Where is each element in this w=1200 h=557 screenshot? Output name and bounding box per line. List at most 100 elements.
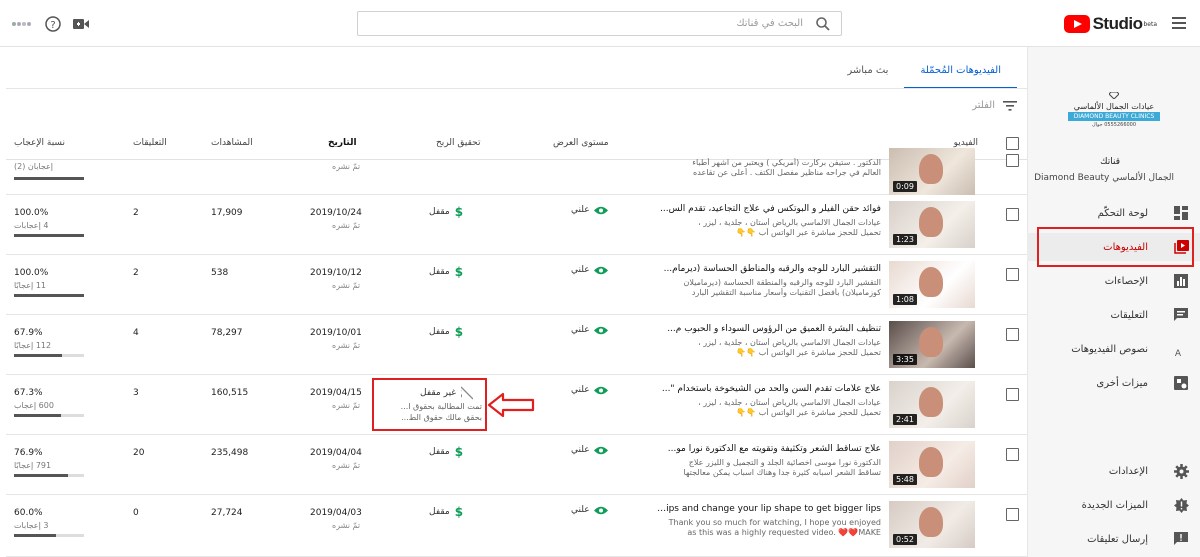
- sidebar-item-other-features[interactable]: ميزات أخرى: [1027, 369, 1200, 397]
- video-thumbnail[interactable]: 2:41: [889, 381, 975, 428]
- video-description: عيادات الجمال الالماسي بالرياض أستان ، ج…: [653, 218, 881, 238]
- desc-line2: كوزماميلان) بأفضل التقنيات وأسعار مناسبة…: [691, 288, 881, 297]
- search-icon[interactable]: [815, 16, 831, 35]
- filter-bar[interactable]: الفلتر: [972, 100, 1017, 111]
- feedback-icon: [1172, 530, 1190, 548]
- like-count: 4 إعجابات: [14, 221, 49, 230]
- visibility-cell[interactable]: علني: [571, 205, 608, 215]
- sidebar-item-comments[interactable]: التعليقات: [1027, 301, 1200, 329]
- video-duration: 1:23: [893, 234, 917, 245]
- comments-icon: [1172, 306, 1190, 324]
- search-placeholder: البحث في قناتك: [736, 18, 803, 29]
- video-duration: 2:41: [893, 414, 917, 425]
- row-checkbox[interactable]: [1006, 448, 1019, 461]
- video-thumbnail[interactable]: 3:35: [889, 321, 975, 368]
- thumbnail-face: [919, 447, 943, 477]
- publish-date: 2019/04/03: [310, 508, 362, 518]
- visibility-cell[interactable]: علني: [571, 265, 608, 275]
- col-monetization[interactable]: تحقيق الربح: [436, 138, 480, 148]
- table-row[interactable]: 3:35 تنظيف البشرة العميق من الرؤوس السودا…: [6, 315, 1027, 375]
- row-checkbox[interactable]: [1006, 154, 1019, 167]
- col-views[interactable]: المشاهدات: [211, 138, 253, 148]
- video-duration: 1:08: [893, 294, 917, 305]
- desc-line1: Thank you so much for watching, I hope y…: [668, 518, 881, 527]
- create-video-icon[interactable]: [72, 16, 90, 32]
- monetization-cell[interactable]: $ مقفل: [429, 505, 463, 519]
- channel-name[interactable]: الجمال الألماسي Diamond Beauty: [1034, 173, 1174, 183]
- help-icon[interactable]: ?: [44, 15, 62, 33]
- table-row[interactable]: 5:48 علاج تساقط الشعر وتكثيفة وتقويته مع …: [6, 435, 1027, 495]
- search-box[interactable]: البحث في قناتك: [357, 11, 842, 36]
- tab-divider: [6, 88, 1027, 89]
- col-likes[interactable]: نسبة الإعجاب: [14, 138, 65, 148]
- table-row[interactable]: 1:08 التقشير البارد للوجه والرقبه والمناط…: [6, 255, 1027, 315]
- col-comments[interactable]: التعليقات: [133, 138, 167, 148]
- monetization-cell[interactable]: $ مقفل: [429, 445, 463, 459]
- row-checkbox[interactable]: [1006, 208, 1019, 221]
- monetization-cell[interactable]: $ مقفل: [429, 205, 463, 219]
- col-visibility[interactable]: مستوى العرض: [553, 138, 609, 148]
- video-title[interactable]: علاج تساقط الشعر وتكثيفة وتقويته مع الدك…: [653, 444, 881, 454]
- sidebar-item-settings[interactable]: الإعدادات: [1027, 457, 1200, 485]
- video-thumbnail[interactable]: 5:48: [889, 441, 975, 488]
- sidebar-item-label: الميزات الجديدة: [1081, 499, 1148, 511]
- like-bar: [14, 354, 84, 357]
- desc-line1: الدكتورة نورا موسى اخصائية الجلد و التجم…: [688, 458, 881, 467]
- video-thumbnail[interactable]: 0:09: [889, 148, 975, 195]
- video-title[interactable]: تنظيف البشرة العميق من الرؤوس السوداء و …: [653, 324, 881, 334]
- logo-line1: عيادات الجمال الألماسي: [1073, 102, 1155, 111]
- publish-status: تمّ نشره: [332, 221, 361, 230]
- view-count: 17,909: [211, 208, 243, 218]
- monetization-cell[interactable]: $ مقفل: [429, 325, 463, 339]
- sidebar-item-dashboard[interactable]: لوحة التحكّم: [1027, 199, 1200, 227]
- col-date[interactable]: التاريخ: [328, 138, 357, 148]
- video-title[interactable]: التقشير البارد للوجه والرقبه والمناطق ال…: [653, 264, 881, 274]
- visibility-cell[interactable]: علني: [571, 445, 608, 455]
- row-checkbox[interactable]: [1006, 508, 1019, 521]
- sidebar-item-send-feedback[interactable]: إرسال تعليقات: [1027, 525, 1200, 553]
- video-thumbnail[interactable]: 0:52: [889, 501, 975, 548]
- table-row[interactable]: 0:09 الدكتور . ستيفن بركارت (أمريكي ) ويع…: [6, 148, 1027, 195]
- monetization-off-label: غير مقفل: [420, 388, 456, 398]
- tab-uploads[interactable]: الفيديوهات المُحمّلة: [904, 55, 1017, 89]
- youtube-studio-logo[interactable]: Studio beta: [1063, 14, 1157, 34]
- row-checkbox[interactable]: [1006, 268, 1019, 281]
- video-title[interactable]: فوائد حقن الفيلر و البوتكس في علاج التجا…: [653, 204, 881, 214]
- visibility-cell[interactable]: علني: [571, 505, 608, 515]
- monetization-cell[interactable]: $ مقفل: [429, 265, 463, 279]
- visibility-label: علني: [571, 265, 590, 275]
- like-bar: [14, 177, 84, 180]
- diamond-icon: [1108, 91, 1120, 100]
- like-count: 791 إعجابًا: [14, 461, 52, 470]
- thumbnail-face: [919, 267, 943, 297]
- apps-icon[interactable]: [10, 16, 34, 32]
- menu-icon[interactable]: [1172, 17, 1186, 32]
- desc-line2: تساقط الشعر اسبابه كثيرة جداً وهناك اسبا…: [683, 468, 881, 477]
- video-title[interactable]: Lips and change your lip shape to get bi…: [653, 504, 881, 514]
- logo-text: Studio: [1092, 14, 1143, 33]
- row-checkbox[interactable]: [1006, 388, 1019, 401]
- comment-count: 20: [133, 448, 145, 458]
- filter-icon[interactable]: [1003, 100, 1017, 111]
- visibility-cell[interactable]: علني: [571, 385, 608, 395]
- sidebar-item-whats-new[interactable]: الميزات الجديدة: [1027, 491, 1200, 519]
- visibility-cell[interactable]: علني: [571, 325, 608, 335]
- sidebar-item-subtitles[interactable]: 文A نصوص الفيديوهات: [1027, 335, 1200, 363]
- tab-live[interactable]: بث مباشر: [831, 55, 904, 89]
- dollar-icon: $: [454, 205, 464, 219]
- sidebar-item-analytics[interactable]: الإحصاءات: [1027, 267, 1200, 295]
- channel-logo[interactable]: عيادات الجمال الألماسي DIAMOND BEAUTY CL…: [1068, 89, 1160, 128]
- video-thumbnail[interactable]: 1:23: [889, 201, 975, 248]
- like-count: 3 إعجابات: [14, 521, 49, 530]
- video-title[interactable]: علاج علامات تقدم السن والحد من الشيخوخة …: [653, 384, 881, 394]
- video-thumbnail[interactable]: 1:08: [889, 261, 975, 308]
- table-row[interactable]: 0:52 Lips and change your lip shape to ge…: [6, 495, 1027, 557]
- beta-label: beta: [1143, 20, 1157, 28]
- like-count: إعجابان (2): [14, 162, 54, 171]
- analytics-icon: [1172, 272, 1190, 290]
- row-checkbox[interactable]: [1006, 328, 1019, 341]
- publish-date: 2019/10/01: [310, 328, 362, 338]
- select-all-checkbox[interactable]: [1006, 137, 1019, 150]
- monetization-off[interactable]: $ غير مقفل: [420, 386, 473, 400]
- table-row[interactable]: 1:23 فوائد حقن الفيلر و البوتكس في علاج ا…: [6, 195, 1027, 255]
